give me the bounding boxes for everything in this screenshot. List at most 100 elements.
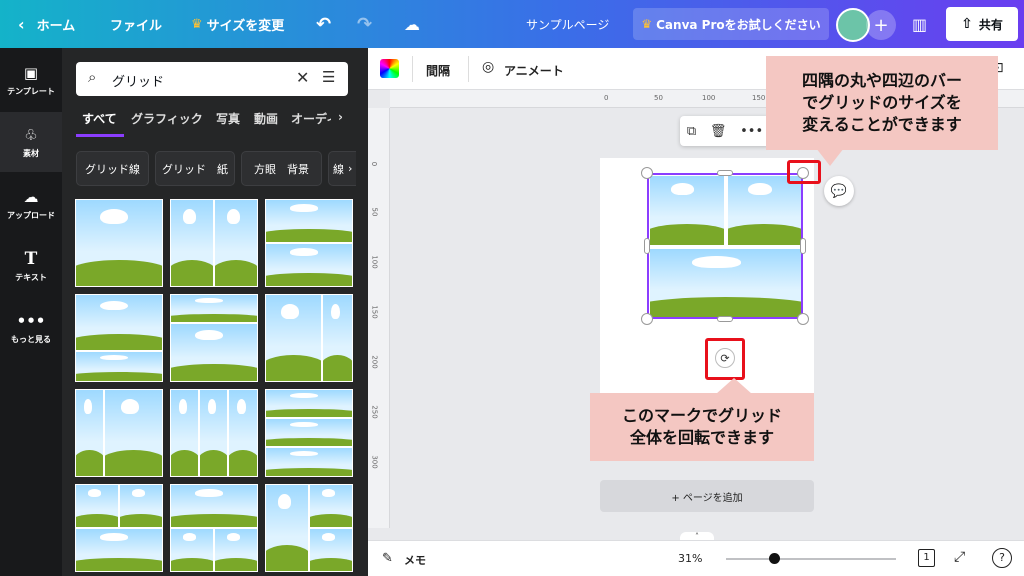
- animate-icon: ◎: [482, 59, 495, 75]
- redo-icon[interactable]: ↷: [357, 0, 372, 48]
- animate-button[interactable]: アニメート: [504, 62, 564, 79]
- grid-cell: [266, 200, 352, 242]
- chip-grid-paper[interactable]: グリッド 紙: [155, 151, 235, 186]
- page-count[interactable]: 1: [918, 549, 935, 567]
- tab-graphics[interactable]: グラフィック: [131, 110, 203, 127]
- zoom-slider-knob[interactable]: [769, 553, 780, 564]
- zoom-level[interactable]: 31%: [678, 552, 702, 565]
- home-button[interactable]: ‹ ホーム: [18, 0, 75, 48]
- resize-edge-handle[interactable]: [717, 316, 733, 322]
- resize-corner-handle[interactable]: [641, 313, 653, 325]
- grid-cell: [76, 352, 162, 381]
- grid-thumbnail[interactable]: [75, 294, 163, 382]
- more-icon: •••: [16, 311, 46, 330]
- grid-cell: [215, 529, 257, 571]
- resize-edge-handle[interactable]: [717, 170, 733, 176]
- toolbar-divider: [412, 56, 413, 82]
- tab-photos[interactable]: 写真: [216, 110, 240, 127]
- more-icon[interactable]: •••: [740, 124, 763, 139]
- grid-thumbnail[interactable]: [75, 484, 163, 572]
- grid-thumbnail[interactable]: [265, 294, 353, 382]
- tab-all[interactable]: すべて: [82, 110, 117, 127]
- grid-cell[interactable]: [728, 176, 801, 245]
- grid-thumbnail[interactable]: [75, 199, 163, 287]
- zoom-slider[interactable]: [726, 558, 896, 560]
- crown-icon: ♛: [191, 16, 203, 32]
- rail-item-more[interactable]: ••• もっと見る: [0, 298, 62, 358]
- grid-cell: [105, 390, 162, 476]
- grid-cell: [171, 295, 257, 323]
- add-collaborator-button[interactable]: +: [866, 10, 896, 40]
- analytics-icon[interactable]: ▥: [912, 0, 927, 48]
- selected-grid[interactable]: [647, 173, 803, 319]
- file-menu[interactable]: ファイル: [110, 0, 162, 48]
- rail-item-uploads[interactable]: ☁ アップロード: [0, 174, 62, 234]
- grid-cell[interactable]: [650, 249, 801, 317]
- grid-thumbnail[interactable]: [170, 294, 258, 382]
- add-page-button[interactable]: + ページを追加: [600, 480, 814, 512]
- cloud-save-icon[interactable]: ☁: [404, 0, 420, 48]
- toolbar-divider: [468, 56, 469, 82]
- resize-corner-handle[interactable]: [797, 313, 809, 325]
- search-input[interactable]: ⌕ グリッド ✕ ☰: [76, 62, 348, 96]
- element-context-menu: ⧉ 🗑 •••: [680, 116, 770, 146]
- grid-cell: [215, 200, 257, 286]
- tab-videos[interactable]: 動画: [254, 110, 278, 127]
- share-button[interactable]: ⇧ 共有: [946, 7, 1018, 41]
- grid-thumbnail[interactable]: [75, 389, 163, 477]
- crown-icon: ♛: [641, 17, 653, 31]
- fullscreen-icon[interactable]: ⤢: [954, 549, 965, 565]
- text-icon: T: [24, 248, 38, 269]
- clear-icon[interactable]: ✕: [296, 68, 309, 87]
- grid-cell: [266, 244, 352, 286]
- grid-cell: [171, 390, 199, 476]
- rail-item-text[interactable]: T テキスト: [0, 236, 62, 296]
- grid-thumbnail[interactable]: [265, 389, 353, 477]
- grid-cell: [171, 485, 257, 527]
- grid-thumbnail[interactable]: [170, 484, 258, 572]
- grid-thumbnail[interactable]: [265, 199, 353, 287]
- grid-thumbnail[interactable]: [170, 389, 258, 477]
- resize-edge-handle[interactable]: [800, 238, 806, 254]
- grid-cell: [200, 390, 228, 476]
- grid-cell: [76, 295, 162, 351]
- page-title[interactable]: サンプルページ: [526, 0, 609, 48]
- color-swatch[interactable]: [380, 59, 399, 78]
- spacing-button[interactable]: 間隔: [426, 62, 450, 79]
- chip-line[interactable]: 線 ›: [328, 151, 356, 186]
- chip-grid-bg[interactable]: 方眼 背景: [241, 151, 322, 186]
- avatar[interactable]: [836, 8, 870, 42]
- rail-item-templates[interactable]: ▣ テンプレート: [0, 50, 62, 110]
- tab-audio[interactable]: オーディオ: [291, 110, 331, 127]
- notes-button[interactable]: メモ: [404, 552, 426, 568]
- duplicate-icon[interactable]: ⧉: [687, 124, 696, 139]
- grid-cell: [266, 390, 352, 418]
- shapes-icon: ♧: [24, 125, 38, 144]
- undo-icon[interactable]: ↶: [316, 0, 331, 48]
- grid-cell[interactable]: [650, 176, 724, 245]
- grid-cell: [266, 448, 352, 476]
- elements-panel: ⌕ グリッド ✕ ☰ すべて グラフィック 写真 動画 オーディオ › グリッド…: [62, 48, 368, 576]
- resize-corner-handle[interactable]: [641, 167, 653, 179]
- grid-cell: [76, 390, 104, 476]
- suggestion-chips: グリッド線 グリッド 紙 方眼 背景 線 ›: [76, 151, 356, 187]
- left-rail: ▣ テンプレート ♧ 素材 ☁ アップロード T テキスト ••• もっと見る: [0, 48, 62, 576]
- search-icon: ⌕: [88, 68, 97, 86]
- resize-button[interactable]: ♛ サイズを変更: [191, 0, 284, 48]
- chevron-right-icon[interactable]: ›: [338, 110, 343, 124]
- grid-cell: [310, 529, 352, 571]
- filter-icon[interactable]: ☰: [322, 68, 335, 86]
- grid-thumbnail[interactable]: [265, 484, 353, 572]
- delete-icon[interactable]: 🗑: [710, 124, 727, 139]
- rail-item-elements[interactable]: ♧ 素材: [0, 112, 62, 172]
- notes-icon[interactable]: ✎: [382, 551, 393, 566]
- resize-edge-handle[interactable]: [644, 238, 650, 254]
- grid-cell: [171, 324, 257, 381]
- help-button[interactable]: ?: [992, 548, 1012, 568]
- grid-cell: [266, 295, 322, 381]
- comment-icon[interactable]: 💬: [824, 176, 854, 206]
- callout-pointer: [816, 148, 844, 166]
- grid-thumbnail[interactable]: [170, 199, 258, 287]
- try-pro-button[interactable]: ♛ Canva Proをお試しください: [633, 8, 829, 40]
- chip-grid-lines[interactable]: グリッド線: [76, 151, 149, 186]
